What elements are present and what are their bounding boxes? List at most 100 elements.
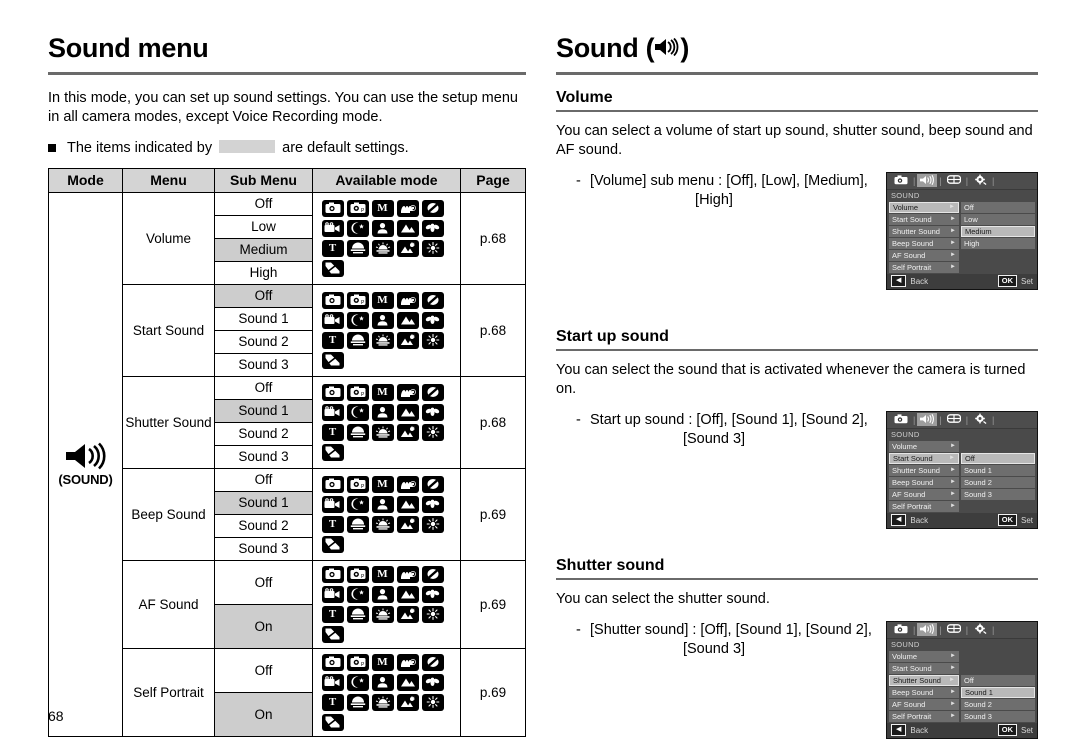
lcd-tab-setup-gear[interactable] [970, 623, 990, 636]
manual-m-icon: M [371, 291, 394, 309]
speaker-icon [919, 623, 935, 636]
lcd-menu-item[interactable]: Volume ► [889, 650, 959, 662]
text-t-icon: T [321, 423, 344, 441]
lcd-menu-item-label: Start Sound [892, 214, 932, 224]
lcd-tab-display[interactable] [944, 413, 964, 426]
lcd-menu-item-label: Shutter Sound [892, 226, 940, 236]
lcd-menu-item[interactable]: AF Sound ► [889, 698, 959, 710]
option-row: - Start up sound : [Off], [Sound 1], [Sou… [556, 410, 1038, 529]
auto-camera-icon [321, 383, 344, 401]
set-label: Set [1020, 725, 1033, 735]
lcd-submenu-item[interactable]: Medium [961, 225, 1035, 237]
chevron-right-icon: ► [949, 677, 955, 684]
lcd-menu-item[interactable]: Start Sound ► [889, 213, 959, 225]
lcd-tab-speaker[interactable] [917, 174, 938, 188]
chevron-right-icon: ► [950, 443, 956, 450]
lcd-menu-item[interactable]: Shutter Sound ► [889, 225, 959, 237]
landscape-icon [396, 311, 419, 329]
lcd-menu-item[interactable]: Volume ► [889, 201, 959, 213]
lcd-submenu-item[interactable]: Off [961, 201, 1035, 213]
sub-heading-divider [556, 109, 1038, 112]
chevron-right-icon: ► [950, 689, 956, 696]
backlight-icon [396, 239, 419, 257]
night-icon [346, 403, 369, 421]
lcd-menu-item[interactable]: Start Sound ► [889, 662, 959, 674]
sub-menu-cell: Sound 1 [214, 490, 313, 515]
lcd-tab-camera[interactable] [891, 623, 911, 636]
lcd-submenu-item[interactable]: Sound 2 [961, 698, 1035, 710]
page-ref-cell: p.68 [460, 283, 526, 377]
lcd-tab-camera[interactable] [891, 174, 911, 187]
lcd-menu-item[interactable]: Volume ► [889, 440, 959, 452]
camera-icon [894, 414, 908, 426]
lcd-menu-item[interactable]: Shutter Sound ► [889, 674, 959, 686]
camera-icon [894, 175, 908, 187]
auto-camera-icon [321, 475, 344, 493]
lcd-body: Volume ► Start Sound ► Shutter Sound ► Beep So… [887, 440, 1037, 513]
display-icon [946, 174, 961, 187]
lcd-menu-item[interactable]: Self Portrait ► [889, 710, 959, 722]
lcd-submenu-item[interactable]: Low [961, 213, 1035, 225]
close-up-icon [421, 495, 444, 513]
lcd-submenu-item[interactable]: Sound 2 [961, 476, 1035, 488]
lcd-submenu-spacer [961, 441, 1035, 452]
auto-camera-icon [321, 199, 344, 217]
lcd-submenu-item-label: High [964, 238, 980, 248]
lcd-submenu-item[interactable]: Sound 1 [961, 464, 1035, 476]
available-mode-icon-grid: PM T [321, 653, 452, 731]
section-title-text: Sound ( [556, 33, 655, 63]
sub-menu-cell: Off [214, 191, 313, 216]
lcd-menu-item[interactable]: Start Sound ► [889, 452, 959, 464]
option-line: Start up sound : [Off], [Sound 1], [Soun… [590, 411, 868, 428]
ok-key-button[interactable]: OK [997, 724, 1017, 737]
lcd-tab-display[interactable] [944, 174, 964, 187]
sub-menu-cell: Off [214, 467, 313, 492]
close-up-icon [421, 673, 444, 691]
lcd-submenu-item[interactable]: High [961, 237, 1035, 249]
lcd-menu-item-label: Beep Sound [892, 687, 934, 697]
col-header-mode: Mode [48, 167, 123, 193]
lcd-menu-item-label: Beep Sound [892, 477, 934, 487]
portrait-icon [371, 311, 394, 329]
back-key-icon[interactable]: ◀ [891, 275, 907, 288]
lcd-tab-display[interactable] [944, 623, 964, 636]
ok-key-button[interactable]: OK [997, 275, 1017, 288]
lcd-submenu-item[interactable]: Sound 3 [961, 488, 1035, 500]
close-up-icon [421, 311, 444, 329]
lcd-menu-item[interactable]: AF Sound ► [889, 249, 959, 261]
back-key-icon[interactable]: ◀ [891, 514, 907, 527]
dawn-icon [371, 693, 394, 711]
lcd-menu-item[interactable]: AF Sound ► [889, 488, 959, 500]
col-header-available-mode: Available mode [312, 167, 461, 193]
back-key-icon[interactable]: ◀ [891, 724, 907, 737]
beach-snow-icon [321, 443, 344, 461]
ok-key-button[interactable]: OK [997, 514, 1017, 527]
close-up-icon [421, 403, 444, 421]
movie-icon [321, 311, 344, 329]
lcd-tab-speaker[interactable] [917, 413, 938, 427]
lcd-menu-item[interactable]: Self Portrait ► [889, 261, 959, 273]
note-text-before: The items indicated by [67, 139, 213, 156]
lcd-tab-setup-gear[interactable] [970, 174, 990, 187]
lcd-tab-setup-gear[interactable] [970, 413, 990, 426]
list-dash: - [576, 411, 581, 428]
lcd-menu-item[interactable]: Self Portrait ► [889, 500, 959, 512]
chevron-right-icon: ► [950, 216, 956, 223]
chevron-right-icon: ► [950, 491, 956, 498]
lcd-submenu-item[interactable]: Off [961, 452, 1035, 464]
dual-is-icon [396, 383, 419, 401]
section-shutter-sound: Shutter sound You can select the shutter … [556, 557, 1038, 739]
lcd-tab-camera[interactable] [891, 413, 911, 426]
lcd-submenu-item[interactable]: Off [961, 674, 1035, 686]
text-t-icon: T [321, 239, 344, 257]
lcd-menu-item[interactable]: Beep Sound ► [889, 237, 959, 249]
lcd-submenu-item[interactable]: Sound 3 [961, 710, 1035, 722]
lcd-menu-item[interactable]: Beep Sound ► [889, 476, 959, 488]
lcd-tab-speaker[interactable] [917, 623, 938, 637]
lcd-menu-item[interactable]: Shutter Sound ► [889, 464, 959, 476]
text-t-icon: T [321, 331, 344, 349]
auto-camera-icon [321, 291, 344, 309]
lcd-menu-item[interactable]: Beep Sound ► [889, 686, 959, 698]
page-ref-cell: p.68 [460, 375, 526, 469]
lcd-submenu-item[interactable]: Sound 1 [961, 686, 1035, 698]
